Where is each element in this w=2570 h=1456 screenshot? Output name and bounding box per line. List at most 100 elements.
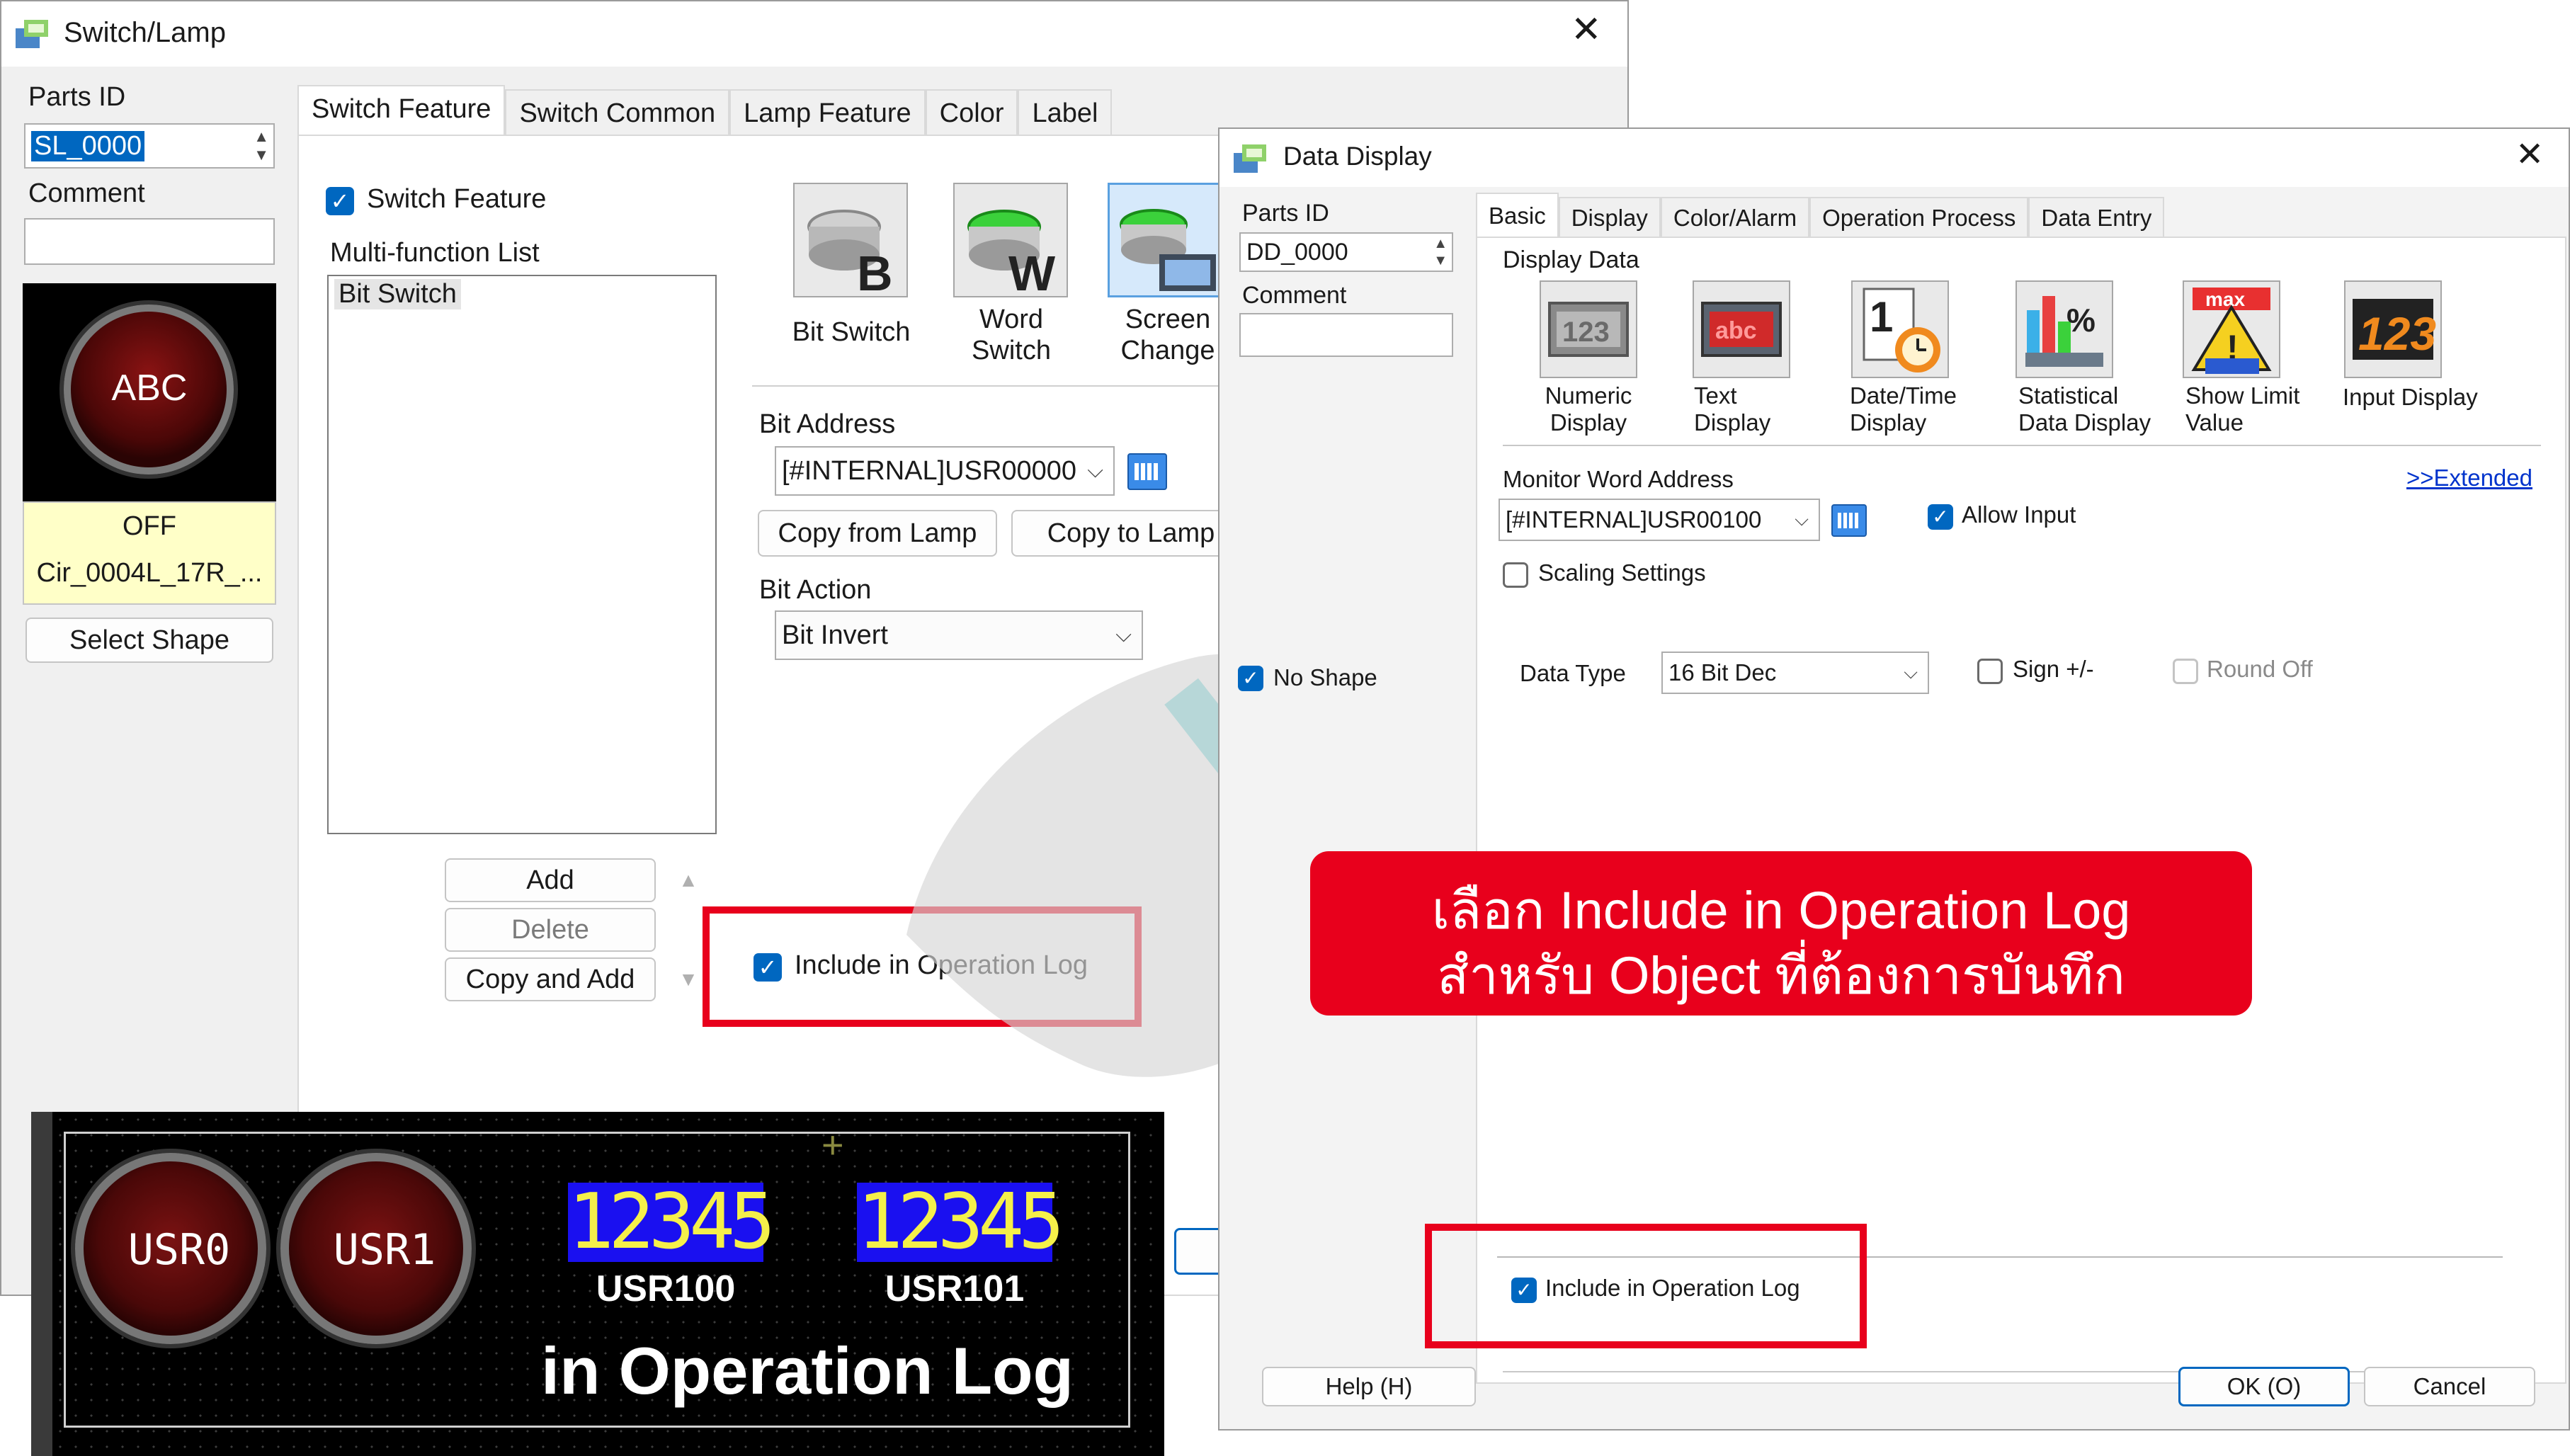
word-switch-icon[interactable]: W: [953, 183, 1068, 301]
svg-text:max: max: [2205, 288, 2245, 310]
copy-and-add-button[interactable]: Copy and Add: [445, 957, 656, 1001]
move-down-icon[interactable]: ▼: [670, 957, 707, 1001]
tab-label[interactable]: Label: [1018, 89, 1113, 136]
spinner-icon[interactable]: ▲ ▼: [1433, 235, 1448, 269]
type-label-numeric-2: Display: [1550, 409, 1627, 436]
preview-state: OFF: [123, 511, 176, 541]
text-display-icon[interactable]: abc: [1693, 280, 1790, 378]
address-keypad-icon[interactable]: [1831, 504, 1867, 537]
numeric-display-icon[interactable]: 123: [1540, 280, 1637, 378]
add-button[interactable]: Add: [445, 858, 656, 902]
parts-id-label: Parts ID: [1242, 200, 1329, 227]
bit-address-label: Bit Address: [759, 409, 896, 439]
round-off-checkbox[interactable]: [2173, 659, 2198, 684]
hmi-lamp-usr0-label: USR0: [127, 1225, 231, 1275]
sign-checkbox[interactable]: [1977, 659, 2003, 684]
tab-display[interactable]: Display: [1558, 197, 1661, 238]
chevron-down-icon[interactable]: ⌵: [1087, 459, 1103, 483]
cursor-crosshair-icon: +: [821, 1124, 844, 1166]
delete-button[interactable]: Delete: [445, 908, 656, 952]
ok-button[interactable]: OK (O): [2178, 1367, 2350, 1406]
data-display-tabs: Basic Display Color/Alarm Operation Proc…: [1476, 191, 2165, 238]
multi-function-list[interactable]: Bit Switch: [327, 275, 717, 834]
switch-lamp-titlebar: Switch/Lamp ✕: [1, 1, 1627, 67]
list-item[interactable]: Bit Switch: [334, 279, 461, 309]
allow-input-checkbox[interactable]: ✓: [1928, 504, 1953, 530]
data-display-titlebar: Data Display ✕: [1219, 129, 2569, 187]
svg-text:B: B: [857, 246, 893, 296]
scaling-settings-checkbox[interactable]: [1503, 562, 1528, 588]
comment-input[interactable]: [1239, 313, 1453, 357]
switch-feature-checkbox[interactable]: ✓: [326, 187, 354, 215]
help-button[interactable]: Help (H): [1262, 1367, 1476, 1406]
basic-panel: Display Data 123 abc 1 % max! 123 Numeri…: [1476, 237, 2566, 1384]
date-time-display-icon[interactable]: 1: [1851, 280, 1949, 378]
type-label-text-2: Display: [1694, 409, 1771, 436]
cancel-button[interactable]: Cancel: [2364, 1367, 2535, 1406]
tab-switch-common[interactable]: Switch Common: [505, 89, 730, 136]
no-shape-checkbox[interactable]: ✓: [1238, 666, 1263, 691]
svg-text:1: 1: [1870, 293, 1893, 341]
data-display-dialog: Data Display ✕ Parts ID DD_0000 ▲ ▼ Comme…: [1218, 127, 2570, 1431]
chevron-down-icon[interactable]: ⌵: [1795, 508, 1809, 531]
close-icon[interactable]: ✕: [1571, 8, 1602, 51]
type-label-statistical-2: Data Display: [2018, 409, 2151, 436]
preview-shape-name: Cir_0004L_17R_...: [36, 558, 263, 588]
switch-feature-checkbox-label: Switch Feature: [367, 184, 547, 214]
parts-id-value: DD_0000: [1246, 238, 1348, 266]
type-label-bit-switch: Bit Switch: [792, 317, 911, 347]
shape-preview: ABC: [23, 283, 276, 501]
tab-switch-feature[interactable]: Switch Feature: [297, 85, 506, 136]
parts-id-input[interactable]: SL_0000 ▲ ▼: [24, 123, 275, 169]
parts-id-value: SL_0000: [31, 130, 145, 161]
type-label-text: Text: [1694, 382, 1737, 409]
callout-box: เลือก Include in Operation Log สำหรับ Ob…: [1310, 851, 2252, 1016]
tab-color-alarm[interactable]: Color/Alarm: [1660, 197, 1810, 238]
input-display-icon[interactable]: 123: [2344, 280, 2442, 378]
type-label-screen-2: Change: [1120, 336, 1215, 365]
tab-color[interactable]: Color: [925, 89, 1018, 136]
svg-text:123: 123: [1562, 317, 1610, 348]
type-label-numeric: Numeric: [1545, 382, 1632, 409]
screen-change-icon[interactable]: [1108, 183, 1222, 297]
type-label-screen: Screen: [1125, 305, 1211, 334]
monitor-word-address-input[interactable]: [#INTERNAL]USR00100 ⌵: [1499, 499, 1820, 541]
display-data-label: Display Data: [1503, 246, 1639, 273]
data-type-select[interactable]: 16 Bit Dec ⌵: [1661, 652, 1929, 694]
tab-operation-process[interactable]: Operation Process: [1809, 197, 2029, 238]
svg-text:%: %: [2066, 302, 2096, 339]
move-up-icon[interactable]: ▲: [670, 858, 707, 902]
preview-lamp-text: ABC: [111, 368, 188, 409]
hmi-screen: + USR0 USR1 12345 USR100 12345 USR101 in…: [52, 1112, 1164, 1456]
data-type-label: Data Type: [1520, 660, 1626, 686]
show-limit-value-icon[interactable]: max!: [2183, 280, 2280, 378]
statistical-data-display-icon[interactable]: %: [2015, 280, 2113, 378]
extended-link[interactable]: >>Extended: [2406, 465, 2532, 491]
hmi-numeric-usr100: 12345: [568, 1183, 775, 1262]
include-log-checkbox[interactable]: ✓: [754, 953, 782, 982]
tab-data-entry[interactable]: Data Entry: [2028, 197, 2165, 238]
chevron-down-icon[interactable]: ⌵: [1904, 661, 1918, 684]
select-shape-button[interactable]: Select Shape: [25, 618, 273, 663]
include-log-checkbox[interactable]: ✓: [1511, 1278, 1537, 1303]
type-label-datetime-2: Display: [1850, 409, 1927, 436]
callout-line-2: สำหรับ Object ที่ต้องการบันทึก: [1437, 946, 2125, 1005]
tab-lamp-feature[interactable]: Lamp Feature: [729, 89, 926, 136]
parts-id-input[interactable]: DD_0000 ▲ ▼: [1239, 232, 1453, 272]
spinner-icon[interactable]: ▲ ▼: [254, 127, 269, 164]
comment-label: Comment: [1242, 282, 1347, 309]
close-icon[interactable]: ✕: [2515, 135, 2544, 174]
data-type-value: 16 Bit Dec: [1668, 659, 1777, 686]
tab-basic[interactable]: Basic: [1476, 193, 1559, 238]
round-off-label: Round Off: [2207, 656, 2313, 682]
hmi-lamp-usr1-label: USR1: [333, 1225, 436, 1275]
include-log-label: Include in Operation Log: [1545, 1275, 1800, 1301]
hmi-numeric-usr101: 12345: [857, 1178, 1064, 1266]
bit-switch-icon[interactable]: B: [793, 183, 908, 301]
divider: [1503, 445, 2541, 446]
window-title: Switch/Lamp: [64, 17, 226, 48]
type-label-word-2: Switch: [972, 336, 1051, 365]
hmi-numeric-usr101-value: 12345: [857, 1178, 1064, 1266]
svg-text:123: 123: [2358, 307, 2436, 360]
comment-input[interactable]: [24, 218, 275, 265]
